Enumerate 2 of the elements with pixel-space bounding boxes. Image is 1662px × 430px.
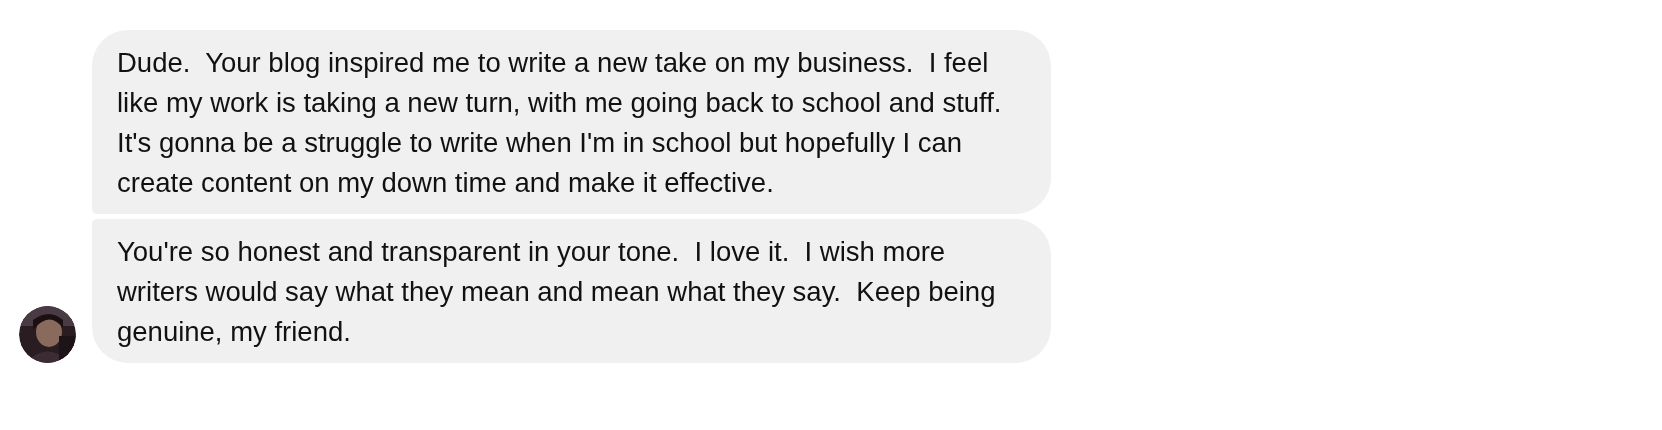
message-bubble: You're so honest and transparent in your tone. I love it. I wish more writers would say what they mean and mean what they say. Keep being genuine, my friend. [92, 219, 1051, 363]
message-bubble: Dude. Your blog inspired me to write a new take on my business. I feel like my work is taking a new turn, with me going back to school and stuff. It's gonna be a struggle to write when I'm in school but hopefully I can create content on my down time and make it effective. [92, 30, 1051, 214]
